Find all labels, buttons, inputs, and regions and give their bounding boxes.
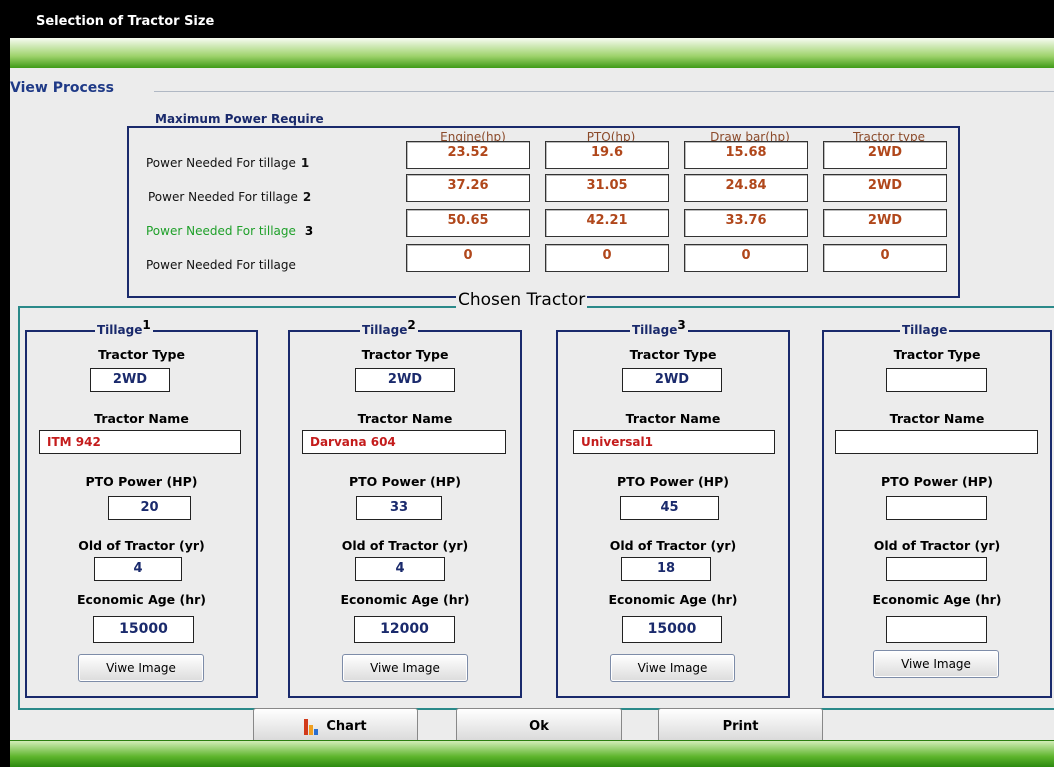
view-image-button-2[interactable]: Viwe Image	[342, 654, 468, 682]
tillage-number: 2	[407, 318, 416, 332]
chosen-tractor-title: Chosen Tractor	[456, 290, 588, 310]
tractor-type-field-4[interactable]	[886, 368, 987, 392]
title-bar: Selection of Tractor Size	[10, 8, 1054, 38]
old-of-tractor-label-2: Old of Tractor (yr)	[341, 538, 469, 553]
pto-power-field-4[interactable]	[886, 496, 987, 520]
drawbar-hp-3: 33.76	[684, 209, 808, 237]
tractor-type-4: 0	[823, 244, 947, 272]
tractor-type-field-2[interactable]: 2WD	[355, 368, 455, 392]
tractor-type-label-3: Tractor Type	[629, 347, 717, 362]
tillage-title-2: Tillage2	[360, 318, 418, 337]
tractor-name-label-1: Tractor Name	[94, 411, 189, 426]
tractor-name-label-3: Tractor Name	[625, 411, 721, 426]
tillage-number: 3	[677, 318, 686, 332]
row-label-text: Power Needed For tillage	[146, 224, 296, 238]
old-of-tractor-label-3: Old of Tractor (yr)	[609, 538, 737, 553]
pto-power-label-4: PTO Power (HP)	[880, 474, 993, 489]
old-of-tractor-field-1[interactable]: 4	[94, 557, 182, 581]
engine-hp-2: 37.26	[406, 174, 530, 202]
row-label-text: Power Needed For tillage	[146, 156, 296, 170]
tractor-type-2: 2WD	[823, 174, 947, 202]
view-process-divider	[154, 91, 1054, 92]
pto-hp-4: 0	[545, 244, 669, 272]
tractor-name-field-1[interactable]: ITM 942	[39, 430, 241, 454]
tillage-number: 1	[142, 318, 151, 332]
tillage-title-text: Tillage	[97, 323, 143, 337]
row-number: 3	[304, 224, 314, 238]
row-label-1: Power Needed For tillage 1	[146, 156, 309, 170]
row-label-2: Power Needed For tillage 2	[148, 190, 311, 204]
drawbar-hp-2: 24.84	[684, 174, 808, 202]
bar-chart-icon	[304, 718, 320, 735]
tractor-type-label-2: Tractor Type	[361, 347, 449, 362]
old-of-tractor-field-2[interactable]: 4	[355, 557, 445, 581]
pto-hp-3: 42.21	[545, 209, 669, 237]
tractor-name-label-2: Tractor Name	[357, 411, 453, 426]
drawbar-hp-1: 15.68	[684, 141, 808, 169]
tractor-type-label-4: Tractor Type	[893, 347, 981, 362]
economic-age-field-1[interactable]: 15000	[93, 616, 194, 643]
economic-age-field-4[interactable]	[886, 616, 987, 643]
economic-age-field-3[interactable]: 15000	[622, 616, 722, 643]
tractor-name-label-4: Tractor Name	[889, 411, 985, 426]
pto-power-label-1: PTO Power (HP)	[85, 474, 198, 489]
tractor-name-field-3[interactable]: Universal1	[573, 430, 775, 454]
view-image-button-3[interactable]: Viwe Image	[610, 654, 735, 682]
tractor-type-3: 2WD	[823, 209, 947, 237]
pto-power-field-3[interactable]: 45	[620, 496, 719, 520]
tractor-type-field-1[interactable]: 2WD	[90, 368, 170, 392]
row-label-3: Power Needed For tillage 3	[146, 224, 313, 238]
tillage-title-3: Tillage3	[630, 318, 688, 337]
engine-hp-1: 23.52	[406, 141, 530, 169]
row-number: 1	[300, 156, 310, 170]
economic-age-field-2[interactable]: 12000	[354, 616, 455, 643]
view-image-button-1[interactable]: Viwe Image	[78, 654, 204, 682]
tillage-title-text: Tillage	[362, 323, 408, 337]
tractor-type-label-1: Tractor Type	[98, 347, 185, 362]
engine-hp-4: 0	[406, 244, 530, 272]
window-title: Selection of Tractor Size	[36, 14, 215, 29]
app-window: Selection of Tractor Size View Process M…	[10, 8, 1054, 767]
tractor-type-field-3[interactable]: 2WD	[622, 368, 722, 392]
row-number: 2	[302, 190, 312, 204]
footer-band	[10, 740, 1054, 767]
pto-hp-1: 19.6	[545, 141, 669, 169]
tractor-type-1: 2WD	[823, 141, 947, 169]
tractor-name-field-2[interactable]: Darvana 604	[302, 430, 506, 454]
pto-hp-2: 31.05	[545, 174, 669, 202]
row-label-text: Power Needed For tillage	[146, 258, 296, 272]
pto-power-label-2: PTO Power (HP)	[348, 474, 461, 489]
tillage-title-text: Tillage	[902, 323, 948, 337]
row-label-text: Power Needed For tillage	[148, 190, 298, 204]
old-of-tractor-label-1: Old of Tractor (yr)	[78, 538, 205, 553]
pto-power-field-1[interactable]: 20	[108, 496, 191, 520]
chart-button-label: Chart	[326, 719, 367, 734]
old-of-tractor-field-3[interactable]: 18	[621, 557, 711, 581]
pto-power-field-2[interactable]: 33	[356, 496, 442, 520]
view-image-button-4[interactable]: Viwe Image	[873, 650, 999, 678]
row-label-4: Power Needed For tillage	[146, 258, 301, 272]
economic-age-label-2: Economic Age (hr)	[340, 592, 470, 607]
header-band	[10, 38, 1054, 68]
tillage-title-text: Tillage	[632, 323, 678, 337]
engine-hp-3: 50.65	[406, 209, 530, 237]
economic-age-label-4: Economic Age (hr)	[872, 592, 1002, 607]
max-power-title: Maximum Power Require	[151, 112, 328, 126]
tillage-title-1: Tillage1	[95, 318, 153, 337]
economic-age-label-3: Economic Age (hr)	[608, 592, 738, 607]
tractor-name-field-4[interactable]	[835, 430, 1038, 454]
view-process-title: View Process	[10, 80, 118, 96]
old-of-tractor-field-4[interactable]	[886, 557, 987, 581]
old-of-tractor-label-4: Old of Tractor (yr)	[873, 538, 1001, 553]
pto-power-label-3: PTO Power (HP)	[616, 474, 729, 489]
drawbar-hp-4: 0	[684, 244, 808, 272]
economic-age-label-1: Economic Age (hr)	[76, 592, 207, 607]
tillage-title-4: Tillage	[900, 318, 950, 337]
